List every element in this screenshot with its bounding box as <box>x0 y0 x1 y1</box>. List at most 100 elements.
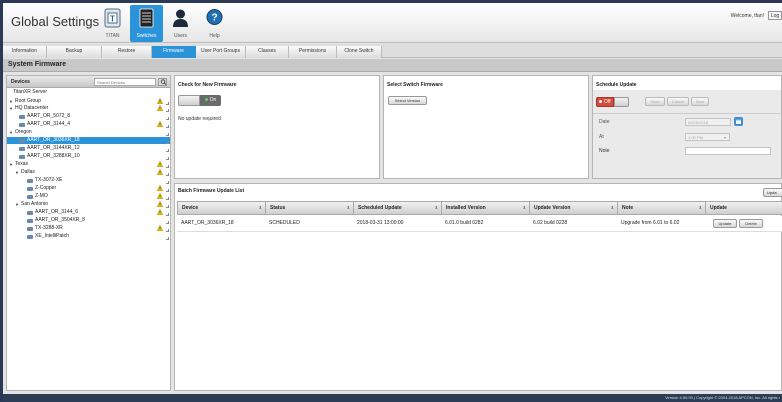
titan-button[interactable]: T TITAN <box>96 5 129 42</box>
schedule-now-button[interactable]: Now <box>691 97 709 106</box>
expand-triangle-icon[interactable]: ▼ <box>9 161 13 168</box>
device-item[interactable]: XE_IntelliPatch <box>7 233 170 240</box>
group-item[interactable]: ▼ HQ Datacenter <box>7 105 170 112</box>
col-installed-version[interactable]: Installed Version ⇕ <box>442 202 530 214</box>
tab-user-port-groups[interactable]: User Port Groups <box>196 46 246 58</box>
tree-item-label: TX-3288-XR <box>35 225 63 231</box>
device-item[interactable]: AART_OR_3144XR_12 <box>7 145 170 152</box>
tab-clone-switch[interactable]: Clone Switch <box>337 46 382 58</box>
tree-item-label: AART_OR_3036XR_18 <box>27 137 80 143</box>
calendar-button[interactable] <box>734 117 743 126</box>
schedule-toggle-on[interactable] <box>614 97 629 107</box>
tab-backup[interactable]: Backup <box>47 46 102 58</box>
row-update-button[interactable]: Update <box>713 219 737 228</box>
expand-triangle-icon[interactable]: ▼ <box>15 201 19 208</box>
resize-grip-icon <box>166 213 169 216</box>
switch-device-icon <box>27 187 33 191</box>
firmware-status-text: No update required <box>178 116 221 122</box>
note-label: Note <box>599 148 610 154</box>
col-update-version-label: Update Version <box>534 205 571 211</box>
cell-status: SCHEDULED <box>269 220 300 226</box>
check-toggle-on[interactable]: On <box>200 95 221 106</box>
app-title: Global Settings <box>11 14 100 29</box>
device-item[interactable]: AART_OR_3504XR_8 <box>7 217 170 224</box>
time-select[interactable]: 1:00 PM ▾ <box>685 133 730 141</box>
device-item[interactable]: Z-MO <box>7 193 170 200</box>
resize-grip-icon <box>166 221 169 224</box>
tree-item-label: HQ Datacenter <box>15 105 49 111</box>
group-item[interactable]: ▼ Texas <box>7 161 170 168</box>
users-label: Users <box>173 33 188 39</box>
tree-item-label: Z-Copper <box>35 185 57 191</box>
col-status[interactable]: Status ⇕ <box>266 202 354 214</box>
check-toggle-on-label: On <box>209 97 217 103</box>
cell-update-version: 6.02 build 0228 <box>533 220 568 226</box>
tab-information[interactable]: Information <box>3 46 47 58</box>
group-item[interactable]: ▼ Oregon <box>7 129 170 136</box>
calendar-icon <box>736 119 741 124</box>
switch-icon <box>139 8 154 28</box>
device-item[interactable]: Z-Copper <box>7 185 170 192</box>
expand-triangle-icon[interactable]: ▼ <box>9 105 13 112</box>
device-item[interactable]: AART_OR_3288XR_10 <box>7 153 170 160</box>
resize-grip-icon <box>166 189 169 192</box>
note-field[interactable] <box>685 147 771 155</box>
warning-icon <box>157 105 163 111</box>
chevron-down-icon: ▾ <box>723 135 726 140</box>
server-item[interactable]: TitanXR Server <box>7 89 170 96</box>
warning-icon <box>157 98 163 104</box>
col-device[interactable]: Device ⇕ <box>178 202 266 214</box>
schedule-save-button[interactable]: Save <box>645 97 665 106</box>
help-icon: ? <box>206 9 223 25</box>
table-row[interactable]: AART_OR_3036XR_18 SCHEDULED 2018-03-31 1… <box>177 216 782 232</box>
expand-triangle-icon[interactable]: ▼ <box>9 129 13 136</box>
logout-button[interactable]: Log <box>768 11 782 20</box>
device-search-input[interactable] <box>94 78 156 86</box>
tree-item-label: TX-3072-XE <box>35 177 63 183</box>
device-item[interactable]: AART_OR_3144_4 <box>7 121 170 128</box>
device-item[interactable]: AART_OR_3036XR_18 <box>7 137 170 144</box>
switches-button[interactable]: Switches <box>130 5 163 42</box>
expand-triangle-icon[interactable]: ▼ <box>9 98 13 105</box>
resize-grip-icon <box>166 181 169 184</box>
device-item[interactable]: TX-3288-XR <box>7 225 170 232</box>
device-search-button[interactable] <box>158 78 167 86</box>
schedule-toggle-off[interactable]: Off <box>596 97 614 107</box>
tree-item-label: TitanXR Server <box>13 89 47 95</box>
row-delete-button[interactable]: Delete <box>739 219 763 228</box>
device-item[interactable]: AART_OR_3144_6 <box>7 209 170 216</box>
tab-firmware[interactable]: Firmware <box>152 46 196 58</box>
expand-triangle-icon[interactable]: ▼ <box>15 169 19 176</box>
date-field[interactable]: 03/28/2018 <box>685 118 731 126</box>
group-item[interactable]: ▼ Dallas <box>7 169 170 176</box>
select-version-button[interactable]: Select Version <box>388 96 427 105</box>
col-note-label: Note <box>622 205 634 211</box>
welcome-text: Welcome, tfan! <box>730 13 764 19</box>
tree-item-label: AART_OR_3288XR_10 <box>27 153 80 159</box>
svg-text:?: ? <box>211 13 217 24</box>
help-button[interactable]: ? Help <box>198 5 231 42</box>
switch-device-icon <box>19 123 25 127</box>
tab-permissions[interactable]: Permissions <box>289 46 337 58</box>
cell-device: AART_OR_3036XR_18 <box>181 220 234 226</box>
tab-classes[interactable]: Classes <box>246 46 289 58</box>
tab-restore[interactable]: Restore <box>102 46 152 58</box>
col-update-version[interactable]: Update Version ⇕ <box>530 202 618 214</box>
switch-device-icon <box>27 219 33 223</box>
check-toggle-off[interactable] <box>178 95 200 106</box>
device-item[interactable]: AART_OR_5072_8 <box>7 113 170 120</box>
device-item[interactable]: TX-3072-XE <box>7 177 170 184</box>
col-update[interactable]: Update <box>706 202 782 214</box>
group-item[interactable]: ▼ Root Group <box>7 98 170 105</box>
users-button[interactable]: Users <box>164 5 197 42</box>
resize-grip-icon <box>166 117 169 120</box>
col-note[interactable]: Note ⇕ <box>618 202 706 214</box>
batch-update-title: Batch Firmware Update List <box>178 188 245 194</box>
tree-item-label: AART_OR_5072_8 <box>27 113 70 119</box>
search-icon <box>160 79 167 85</box>
group-item[interactable]: ▼ San Antonio <box>7 201 170 208</box>
titan-icon: T <box>104 8 121 28</box>
col-scheduled-update[interactable]: Scheduled Update ⇕ <box>354 202 442 214</box>
batch-update-button[interactable]: Upda <box>763 188 782 197</box>
schedule-cancel-button[interactable]: Cancel <box>667 97 689 106</box>
